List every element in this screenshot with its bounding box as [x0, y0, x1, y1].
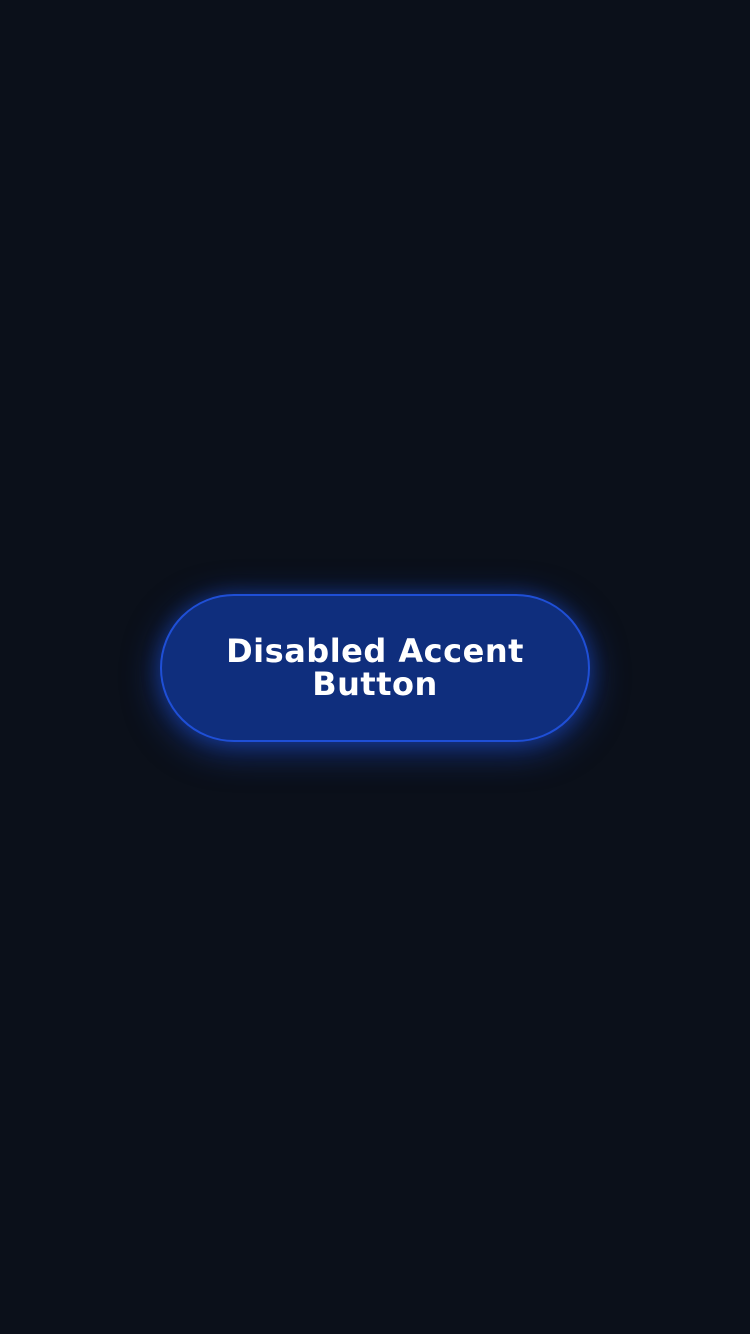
- screen: Disabled Accent Button: [0, 0, 750, 1334]
- disabled-accent-button[interactable]: Disabled Accent Button: [160, 594, 590, 742]
- button-label: Disabled Accent Button: [226, 632, 524, 703]
